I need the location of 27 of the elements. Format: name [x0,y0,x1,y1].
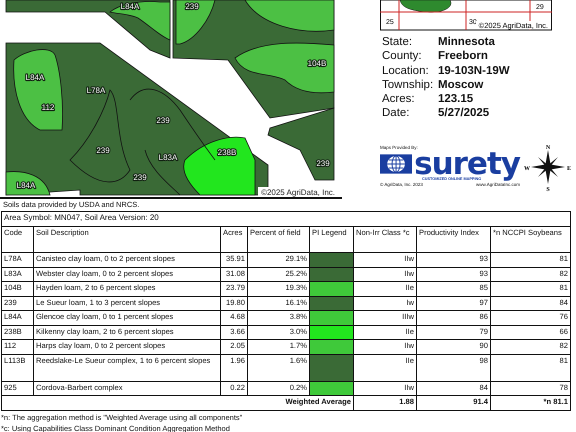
info-label: State: [382,35,414,50]
info-value: 123.15 [438,92,474,106]
map-unit-label: 239 [96,146,110,155]
info-value: Minnesota [438,35,496,50]
map-unit-label: 239 [316,159,330,168]
info-value: Freeborn [438,49,489,64]
map-unit-label: L84A [16,181,36,190]
info-label: County: [382,49,423,64]
info-value: 5/27/2025 [438,106,490,121]
map-unit-label: 239 [185,2,199,11]
map-unit-label: 104B [308,59,326,68]
map-unit-label: 238B [218,148,236,157]
map-unit-label: L84A [120,2,140,11]
info-label: Location: [382,64,430,78]
info-label: Township: [382,78,434,92]
map-unit-label: L78A [86,86,106,95]
map-unit-label: L84A [26,73,44,82]
area-title: Area Symbol: MN047, Soil Area Version: 20 [2,212,570,226]
info-value: 19-103N-19W [438,64,511,78]
info-value: Moscow [438,78,484,92]
map-unit-label: L83A [158,153,178,162]
map-unit-label: 239 [133,173,147,182]
map-copyright: ©2025 AgriData, Inc. [261,188,335,197]
info-label: Acres: [382,92,416,106]
map-unit-label: 239 [156,116,170,125]
info-label: Date: [382,106,410,121]
map-unit-label: 112 [42,103,54,112]
